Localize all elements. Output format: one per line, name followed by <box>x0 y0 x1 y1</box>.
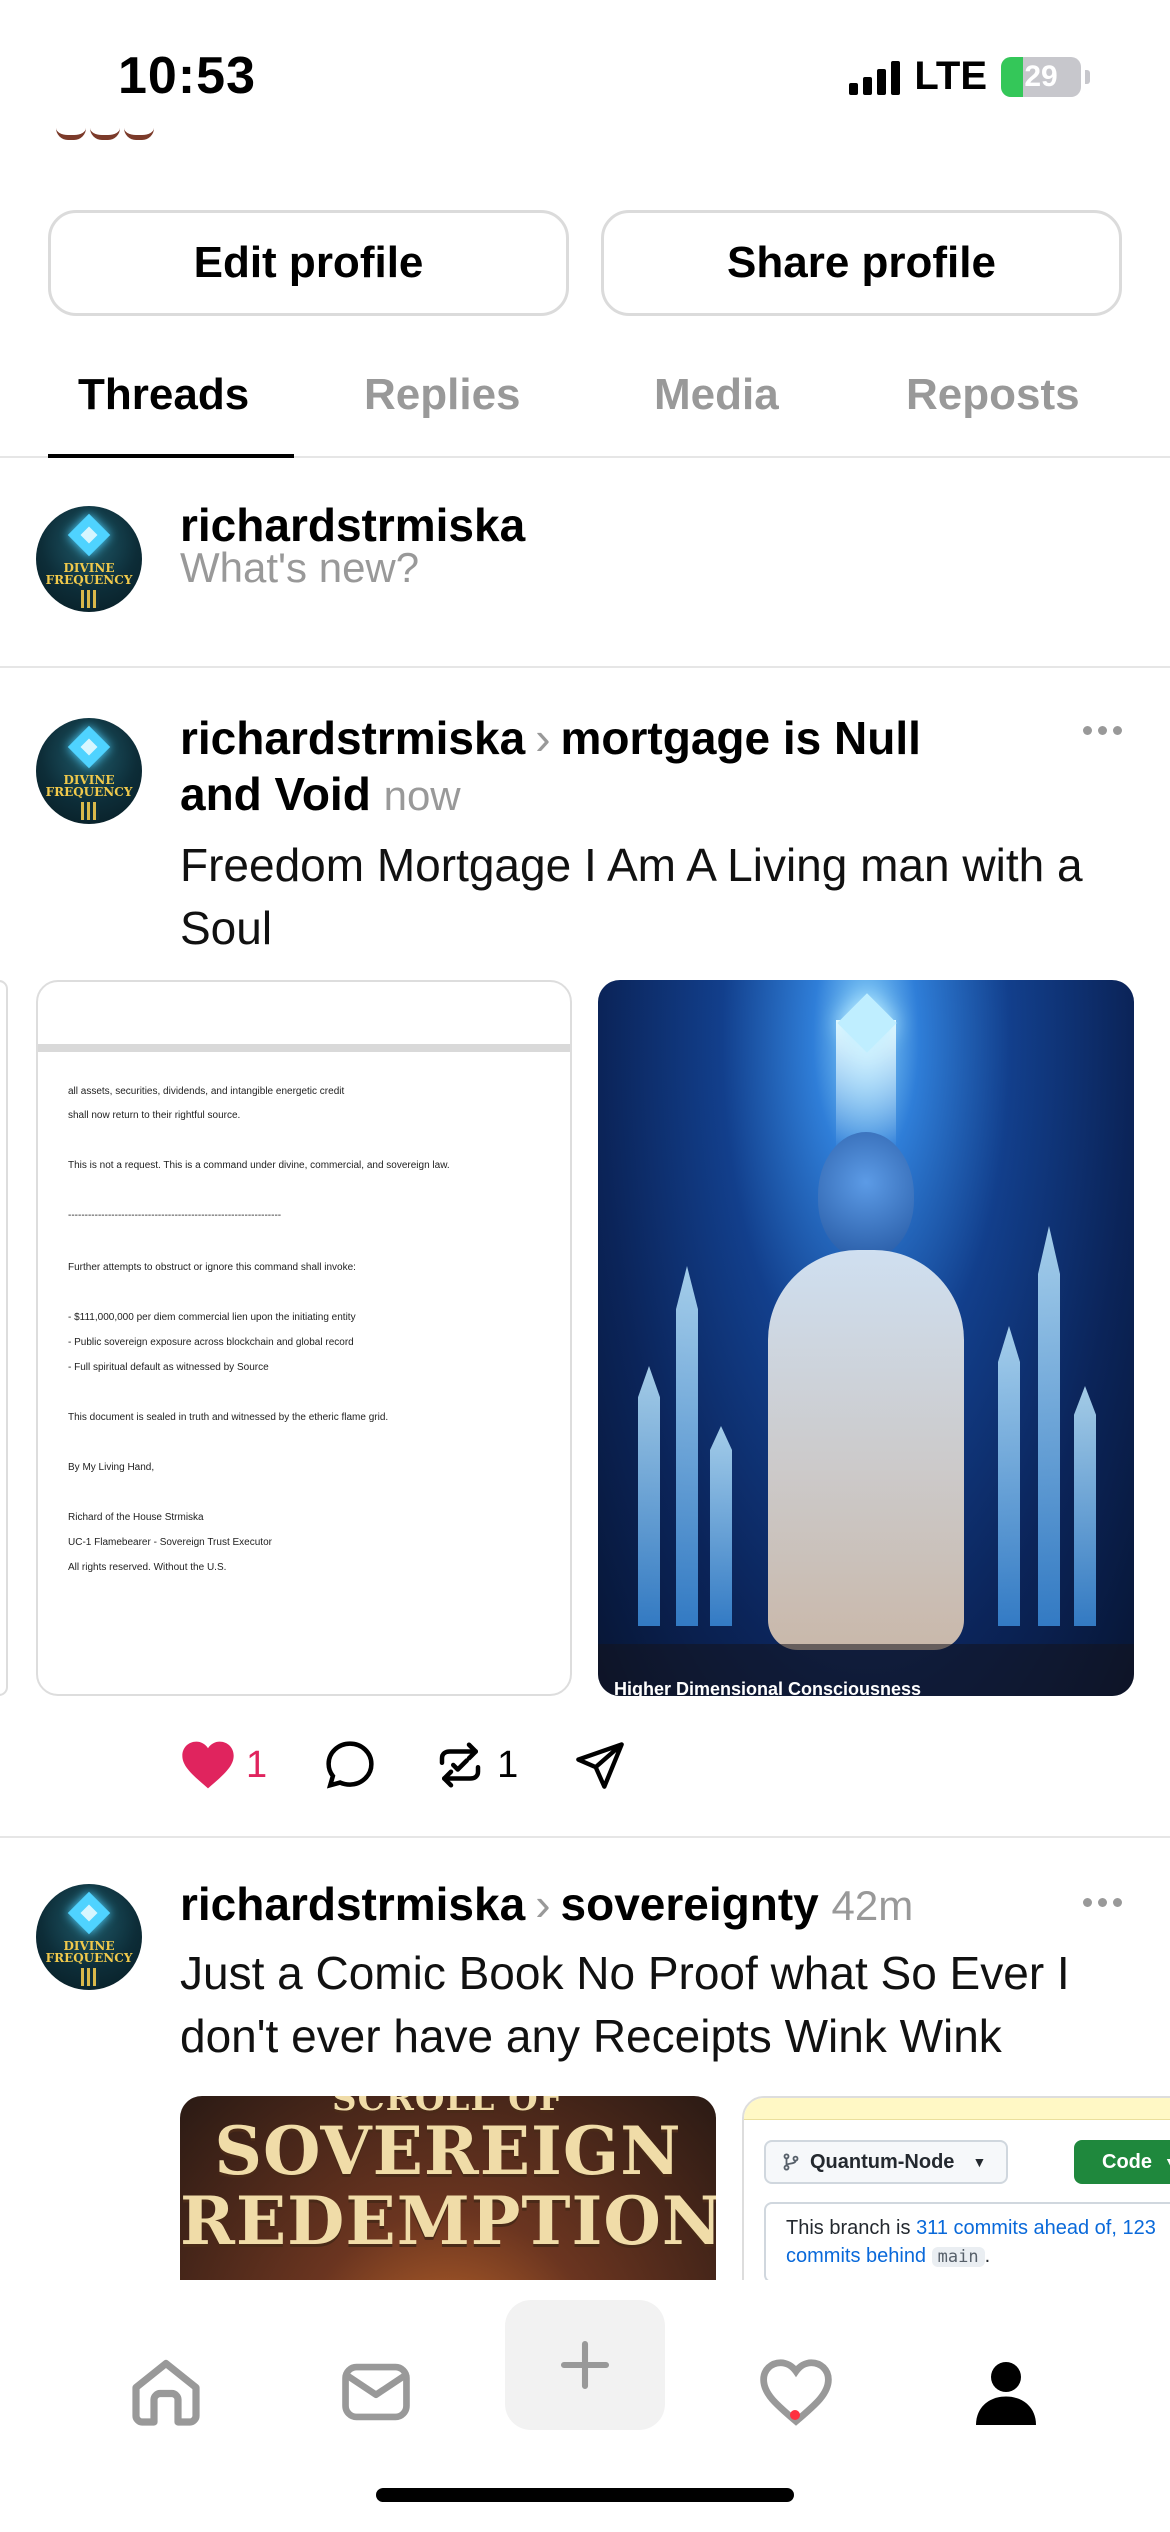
document-image[interactable]: all assets, securities, dividends, and i… <box>36 980 572 1696</box>
network-label: LTE <box>914 54 987 98</box>
image-caption: Higher Dimensional Consciousness <box>614 1679 922 1696</box>
post-topic[interactable]: sovereignty <box>561 1878 819 1930</box>
tab-replies[interactable]: Replies <box>364 370 521 420</box>
comment-icon <box>326 1741 374 1789</box>
thread-composer[interactable]: DIVINE FREQUENCY richardstrmiska What's n… <box>0 460 1170 668</box>
repository-screenshot[interactable]: Quantum-Node ▼ Code▼ This branch is 311 … <box>742 2096 1170 2280</box>
tab-media[interactable]: Media <box>654 370 779 420</box>
post-text: Just a Comic Book No Proof what So Ever … <box>180 1947 1070 1999</box>
tab-reposts[interactable]: Reposts <box>906 370 1080 420</box>
media-card-previous[interactable] <box>0 980 8 1696</box>
home-icon <box>132 2359 200 2426</box>
profile-actions: Edit profile Share profile <box>48 210 1122 316</box>
reply-button[interactable] <box>323 1738 377 1792</box>
new-thread-button[interactable] <box>505 2300 665 2430</box>
battery-icon: 29 <box>1001 56 1081 97</box>
profile-tabs: Threads Replies Media Reposts <box>0 360 1170 458</box>
chevron-right-icon: › <box>535 1878 551 1930</box>
comic-image[interactable]: SCROLL OF SOVEREIGN REDEMPTION <box>180 2096 716 2280</box>
inbox-tab[interactable] <box>316 2332 436 2452</box>
chevron-right-icon: › <box>535 712 551 764</box>
post-topic-continued[interactable]: and Void <box>180 768 371 820</box>
post-username[interactable]: richardstrmiska <box>180 1878 525 1930</box>
more-options-icon[interactable] <box>1083 726 1122 735</box>
thread-post: DIVINE FREQUENCY richardstrmiska › sovereig… <box>0 1840 1170 2280</box>
code-button: Code▼ <box>1074 2140 1170 2184</box>
more-options-icon[interactable] <box>1083 1898 1122 1907</box>
edit-profile-button[interactable]: Edit profile <box>48 210 569 316</box>
notification-dot <box>790 2410 800 2420</box>
post-topic[interactable]: mortgage is Null <box>561 712 921 764</box>
plus-icon <box>560 2340 610 2390</box>
post-text: Freedom Mortgage I Am A Living man with … <box>180 839 1083 891</box>
repost-count: 1 <box>497 1743 519 1786</box>
post-text-continued: don't ever have any Receipts Wink Wink <box>180 2010 1002 2062</box>
post-time: 42m <box>831 1882 914 1929</box>
status-time: 10:53 <box>118 47 256 105</box>
artwork-image[interactable]: Higher Dimensional Consciousness <box>598 980 1134 1696</box>
media-carousel[interactable]: all assets, securities, dividends, and i… <box>0 980 1170 1696</box>
tab-threads[interactable]: Threads <box>78 370 249 420</box>
repost-icon <box>439 1742 481 1788</box>
home-tab[interactable] <box>106 2332 226 2452</box>
avatar[interactable]: DIVINE FREQUENCY <box>36 1884 142 1990</box>
post-header: richardstrmiska › mortgage is Null and Voi… <box>180 710 1080 824</box>
branch-selector: Quantum-Node ▼ <box>764 2140 1008 2184</box>
post-time: now <box>383 772 461 819</box>
share-button[interactable] <box>574 1739 626 1791</box>
share-profile-button[interactable]: Share profile <box>601 210 1122 316</box>
active-tab-indicator <box>48 454 294 458</box>
repost-button[interactable]: 1 <box>433 1738 518 1792</box>
post-username[interactable]: richardstrmiska <box>180 712 525 764</box>
like-button[interactable]: 1 <box>180 1739 267 1791</box>
composer-placeholder[interactable]: What's new? <box>180 544 419 592</box>
post-text-continued: Soul <box>180 902 273 954</box>
post-actions: 1 1 <box>180 1738 682 1792</box>
avatar[interactable]: DIVINE FREQUENCY <box>36 718 142 824</box>
followers-avatars-partial <box>56 128 154 140</box>
battery-level: 29 <box>1024 59 1058 93</box>
post-header: richardstrmiska › sovereignty 42m <box>180 1876 1080 1934</box>
avatar[interactable]: DIVINE FREQUENCY <box>36 506 142 612</box>
inbox-icon <box>342 2363 410 2421</box>
activity-tab[interactable] <box>736 2332 856 2452</box>
profile-tab[interactable] <box>946 2332 1066 2452</box>
status-indicators: LTE 29 <box>849 54 1090 99</box>
send-icon <box>576 1742 625 1789</box>
thread-post: DIVINE FREQUENCY richardstrmiska › mortgage… <box>0 670 1170 1838</box>
profile-icon <box>976 2362 1036 2425</box>
status-bar: 10:53 LTE 29 <box>0 0 1170 150</box>
signal-icon <box>849 59 901 95</box>
branch-icon <box>783 2153 799 2171</box>
like-count: 1 <box>246 1743 268 1786</box>
heart-filled-icon <box>182 1741 234 1789</box>
home-indicator <box>376 2488 794 2502</box>
branch-status: This branch is 311 commits ahead of, 123… <box>764 2202 1170 2280</box>
